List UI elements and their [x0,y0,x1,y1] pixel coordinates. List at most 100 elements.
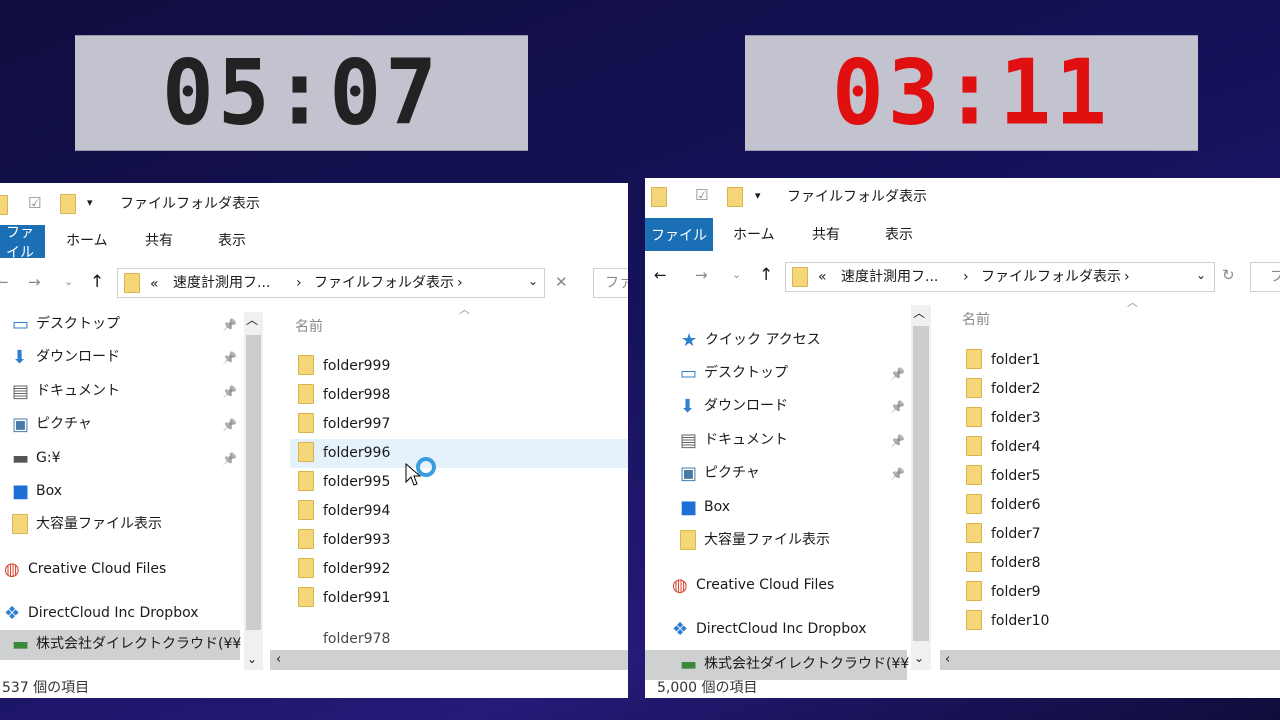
checkmark-icon[interactable]: ☑ [28,196,41,211]
breadcrumb-separator[interactable]: › [963,270,969,284]
tab-view[interactable]: 表示 [885,228,913,242]
breadcrumb-overflow[interactable]: « [818,270,827,284]
pin-icon[interactable]: 📌 [222,452,237,466]
nav-item[interactable]: G:¥ [36,451,60,465]
tab-home[interactable]: ホーム [66,234,108,248]
star-icon: ★ [681,330,698,351]
nav-item[interactable]: デスクトップ [704,366,788,380]
file-item[interactable]: folder6 [991,498,1041,512]
scroll-left-icon[interactable]: ‹ [276,653,281,666]
file-item[interactable]: folder1 [991,353,1041,367]
nav-scrollbar-thumb[interactable] [913,326,929,641]
nav-item[interactable]: ピクチャ [36,417,92,431]
address-dropdown-icon[interactable]: ⌄ [1196,269,1206,281]
nav-item[interactable]: 大容量ファイル表示 [36,517,162,531]
nav-item[interactable]: DirectCloud Inc Dropbox [696,622,867,636]
folder-icon[interactable] [60,194,76,214]
nav-item[interactable]: ドキュメント [36,384,120,398]
pin-icon[interactable]: 📌 [222,385,237,399]
nav-item[interactable]: 株式会社ダイレクトクラウド(¥¥ [704,657,909,671]
pin-icon[interactable]: 📌 [222,318,237,332]
file-item[interactable]: folder992 [323,562,390,576]
file-item[interactable]: folder10 [991,614,1049,628]
close-icon[interactable]: ✕ [555,275,568,290]
nav-item[interactable]: ダウンロード [36,350,120,364]
nav-item[interactable]: Creative Cloud Files [696,578,834,592]
breadcrumb-parent[interactable]: 速度計測用フ... [841,270,938,284]
address-dropdown-icon[interactable]: ⌄ [528,275,538,287]
nav-item[interactable]: DirectCloud Inc Dropbox [28,606,199,620]
nav-item[interactable]: Box [36,484,62,498]
folder-icon[interactable] [727,187,743,207]
column-header-name[interactable]: 名前 [962,313,990,327]
horizontal-scrollbar[interactable] [270,650,628,670]
tab-file[interactable]: ファイル [0,225,45,261]
pin-icon[interactable]: 📌 [222,351,237,365]
horizontal-scrollbar[interactable] [940,650,1280,670]
nav-item[interactable]: クイック アクセス [705,333,821,347]
pin-icon[interactable]: 📌 [890,367,905,381]
file-item[interactable]: folder9 [991,585,1041,599]
tab-share[interactable]: 共有 [145,234,173,248]
scroll-down-icon[interactable]: ⌄ [247,653,257,665]
column-header-name[interactable]: 名前 [295,320,323,334]
breadcrumb-current[interactable]: ファイルフォルダ表示 [314,276,454,290]
file-item[interactable]: folder8 [991,556,1041,570]
file-item[interactable]: folder4 [991,440,1041,454]
file-item[interactable]: folder994 [323,504,390,518]
file-item[interactable]: folder2 [991,382,1041,396]
breadcrumb-separator[interactable]: › [457,276,463,290]
tab-view[interactable]: 表示 [218,234,246,248]
file-item[interactable]: folder997 [323,417,390,431]
breadcrumb-current[interactable]: ファイルフォルダ表示 [981,270,1121,284]
pin-icon[interactable]: 📌 [890,467,905,481]
breadcrumb-overflow[interactable]: « [150,277,159,291]
scroll-up-icon[interactable]: ︿ [246,314,258,326]
breadcrumb-parent[interactable]: 速度計測用フ... [173,276,270,290]
back-arrow-icon[interactable]: ← [654,268,667,283]
file-item[interactable]: folder991 [323,591,390,605]
recent-chevron-icon[interactable]: ⌄ [64,276,73,287]
nav-item[interactable]: Creative Cloud Files [28,562,166,576]
scroll-left-icon[interactable]: ‹ [945,653,950,666]
folder-icon [298,558,314,578]
nav-item[interactable]: 株式会社ダイレクトクラウド(¥¥ [36,637,241,651]
nav-item[interactable]: 大容量ファイル表示 [704,533,830,547]
pin-icon[interactable]: 📌 [890,434,905,448]
up-arrow-icon[interactable]: ↑ [759,267,773,284]
nav-item[interactable]: ピクチャ [704,466,760,480]
quick-access-dropdown-icon[interactable]: ▾ [87,197,93,208]
file-item[interactable]: folder996 [323,446,390,460]
forward-arrow-icon[interactable]: → [695,268,708,283]
folder-icon [966,581,982,601]
file-item[interactable]: folder998 [323,388,390,402]
refresh-icon[interactable]: ↻ [1222,268,1235,283]
file-item[interactable]: folder993 [323,533,390,547]
nav-item[interactable]: ドキュメント [704,433,788,447]
nav-item[interactable]: デスクトップ [36,317,120,331]
file-item[interactable]: folder999 [323,359,390,373]
file-item[interactable]: folder995 [323,475,390,489]
scroll-up-icon[interactable]: ︿ [913,307,925,319]
recent-chevron-icon[interactable]: ⌄ [732,269,741,280]
tab-home[interactable]: ホーム [733,228,775,242]
nav-item[interactable]: Box [704,500,730,514]
file-item[interactable]: folder3 [991,411,1041,425]
scroll-down-icon[interactable]: ⌄ [914,652,924,664]
folder-icon [298,587,314,607]
quick-access-dropdown-icon[interactable]: ▾ [755,190,761,201]
nav-item[interactable]: ダウンロード [704,399,788,413]
pin-icon[interactable]: 📌 [222,418,237,432]
forward-arrow-icon[interactable]: → [28,275,41,290]
breadcrumb-separator[interactable]: › [296,276,302,290]
tab-share[interactable]: 共有 [812,228,840,242]
tab-file[interactable]: ファイル [645,218,713,251]
file-item[interactable]: folder7 [991,527,1041,541]
up-arrow-icon[interactable]: ↑ [90,274,104,291]
pin-icon[interactable]: 📌 [890,400,905,414]
breadcrumb-separator[interactable]: › [1124,270,1130,284]
back-arrow-icon[interactable]: ← [0,275,9,290]
checkmark-icon[interactable]: ☑ [695,188,708,203]
nav-scrollbar-thumb[interactable] [246,335,261,630]
file-item[interactable]: folder5 [991,469,1041,483]
